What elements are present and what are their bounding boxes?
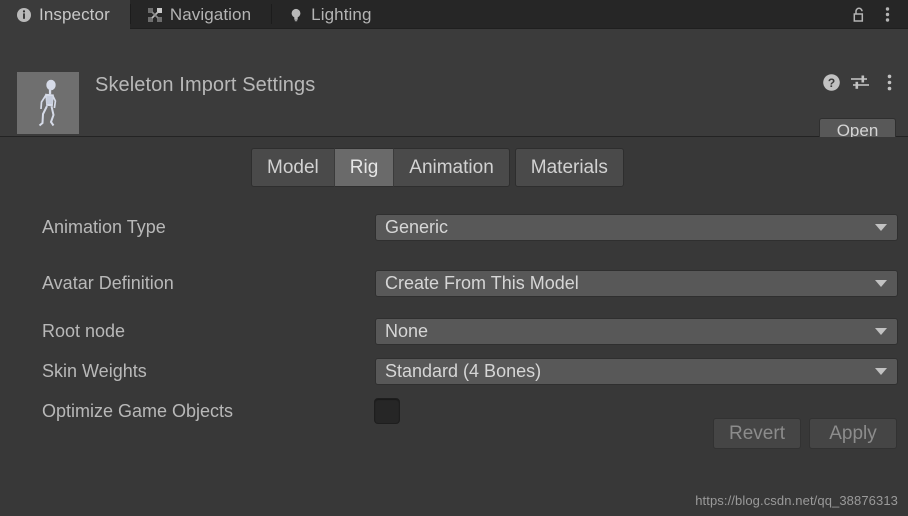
import-settings-header: Skeleton Import Settings ? Open [0, 29, 908, 144]
skeleton-model-thumbnail[interactable] [17, 72, 79, 134]
skin-weights-dropdown[interactable]: Standard (4 Bones) [375, 357, 898, 385]
chevron-down-icon [875, 223, 887, 231]
property-list: Animation Type Generic Avatar Definition… [0, 199, 908, 431]
info-circle-icon [16, 7, 32, 23]
dropdown-value: None [385, 320, 429, 341]
more-vertical-icon[interactable] [879, 72, 899, 92]
tab-animation[interactable]: Animation [394, 148, 510, 187]
apply-button[interactable]: Apply [809, 418, 897, 449]
tab-inspector-label: Inspector [39, 4, 110, 24]
svg-text:?: ? [827, 76, 834, 90]
lock-open-icon[interactable] [846, 0, 872, 29]
tab-navigation[interactable]: Navigation [131, 0, 271, 29]
tab-rig[interactable]: Rig [334, 148, 395, 187]
chevron-down-icon [875, 279, 887, 287]
lightbulb-icon [288, 7, 304, 23]
property-row-animation-type: Animation Type Generic [0, 199, 908, 255]
tab-bar-spacer [392, 0, 846, 28]
animation-type-dropdown[interactable]: Generic [375, 213, 898, 241]
property-label: Optimize Game Objects [42, 400, 234, 421]
page-title: Skeleton Import Settings [95, 74, 316, 96]
dropdown-value: Create From This Model [385, 272, 579, 293]
property-row-skin-weights: Skin Weights Standard (4 Bones) [0, 351, 908, 391]
help-circle-icon[interactable]: ? [821, 72, 841, 92]
chevron-down-icon [875, 327, 887, 335]
tab-navigation-label: Navigation [169, 4, 252, 24]
avatar-definition-dropdown[interactable]: Create From This Model [375, 269, 898, 297]
root-node-dropdown[interactable]: None [375, 317, 898, 345]
property-label: Animation Type [42, 216, 166, 237]
tab-lighting[interactable]: Lighting [272, 0, 391, 29]
property-row-avatar-definition: Avatar Definition Create From This Model [0, 255, 908, 311]
more-vertical-icon[interactable] [874, 0, 900, 29]
watermark-url: https://blog.csdn.net/qq_38876313 [695, 493, 898, 508]
tab-model[interactable]: Model [251, 148, 335, 187]
header-actions: ? [821, 72, 899, 92]
tab-inspector[interactable]: Inspector [0, 0, 130, 30]
import-settings-tab-group: Model Rig Animation Materials [251, 148, 624, 187]
window-tab-bar: Inspector Navigation Lighting [0, 0, 908, 30]
tab-materials[interactable]: Materials [514, 148, 624, 187]
dropdown-value: Standard (4 Bones) [385, 360, 542, 381]
property-label: Avatar Definition [42, 272, 174, 293]
revert-button[interactable]: Revert [713, 418, 801, 449]
property-row-root-node: Root node None [0, 311, 908, 351]
dropdown-value: Generic [385, 216, 449, 237]
footer-actions: Revert Apply [713, 418, 897, 449]
unity-inspector-window: Inspector Navigation Lighting Skeleton I… [0, 0, 908, 516]
preset-sliders-icon[interactable] [850, 72, 870, 92]
chevron-down-icon [875, 367, 887, 375]
tab-lighting-label: Lighting [311, 4, 372, 24]
optimize-game-objects-checkbox[interactable] [374, 398, 400, 424]
rig-settings-panel: Model Rig Animation Materials Animation … [0, 137, 908, 515]
move-arrows-icon [147, 7, 163, 23]
window-tab-bar-actions [846, 0, 908, 28]
property-label: Skin Weights [42, 360, 147, 381]
property-label: Root node [42, 320, 126, 341]
